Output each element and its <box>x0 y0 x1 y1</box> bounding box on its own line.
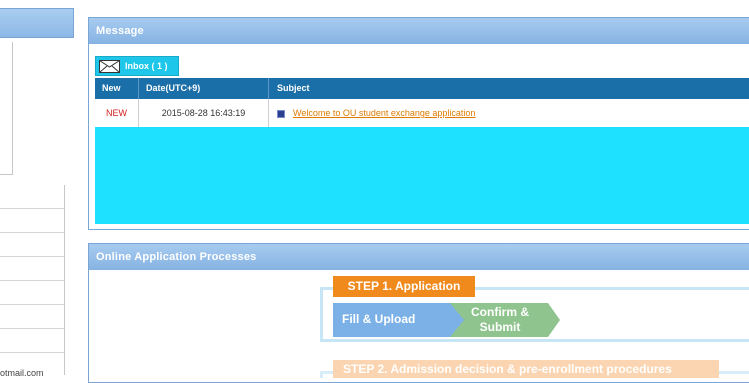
column-subject: Subject <box>277 83 310 93</box>
envelope-icon <box>99 60 120 73</box>
step1-label: STEP 1. Application <box>333 276 475 297</box>
left-field-list <box>0 185 65 375</box>
column-date: Date(UTC+9) <box>139 78 269 99</box>
new-badge: NEW <box>95 99 139 127</box>
left-field-row <box>0 329 64 353</box>
confirm-submit-label: Confirm & Submit <box>471 305 529 334</box>
left-panel-box <box>0 42 13 175</box>
process-panel-title: Online Application Processes <box>89 244 749 270</box>
confirm-submit-step[interactable]: Confirm & Submit <box>450 303 548 337</box>
message-subject-link[interactable]: Welcome to OU student exchange applicati… <box>293 108 475 118</box>
step-arrow-icon <box>450 303 464 337</box>
message-subject-cell: Welcome to OU student exchange applicati… <box>269 99 749 127</box>
left-field-row <box>0 209 64 233</box>
bullet-icon <box>277 109 285 118</box>
message-date: 2015-08-28 16:43:19 <box>139 99 269 127</box>
message-panel: Message Inbox ( 1 ) New Date(UTC+9) Subj… <box>88 17 749 230</box>
email-value: otmail.com <box>0 368 44 378</box>
left-field-row <box>0 305 64 329</box>
table-row[interactable]: NEW 2015-08-28 16:43:19 Welcome to OU st… <box>95 99 749 127</box>
left-field-row <box>0 281 64 305</box>
step2-label: STEP 2. Admission decision & pre-enrollm… <box>333 360 719 378</box>
step-arrow-icon <box>548 303 560 337</box>
tab-inbox[interactable]: Inbox ( 1 ) <box>95 56 179 76</box>
left-field-row <box>0 257 64 281</box>
left-field-row <box>0 233 64 257</box>
table-header: New Date(UTC+9) Subject <box>95 78 749 99</box>
inbox-tab-label: Inbox ( 1 ) <box>125 61 168 71</box>
left-panel-header <box>0 8 74 38</box>
fill-upload-label: Fill & Upload <box>342 312 416 326</box>
fill-upload-step[interactable]: Fill & Upload <box>333 303 455 337</box>
left-field-row <box>0 185 64 209</box>
inbox-message-list: New Date(UTC+9) Subject NEW 2015-08-28 1… <box>95 78 749 224</box>
column-new: New <box>95 78 139 99</box>
message-panel-title: Message <box>89 18 749 44</box>
